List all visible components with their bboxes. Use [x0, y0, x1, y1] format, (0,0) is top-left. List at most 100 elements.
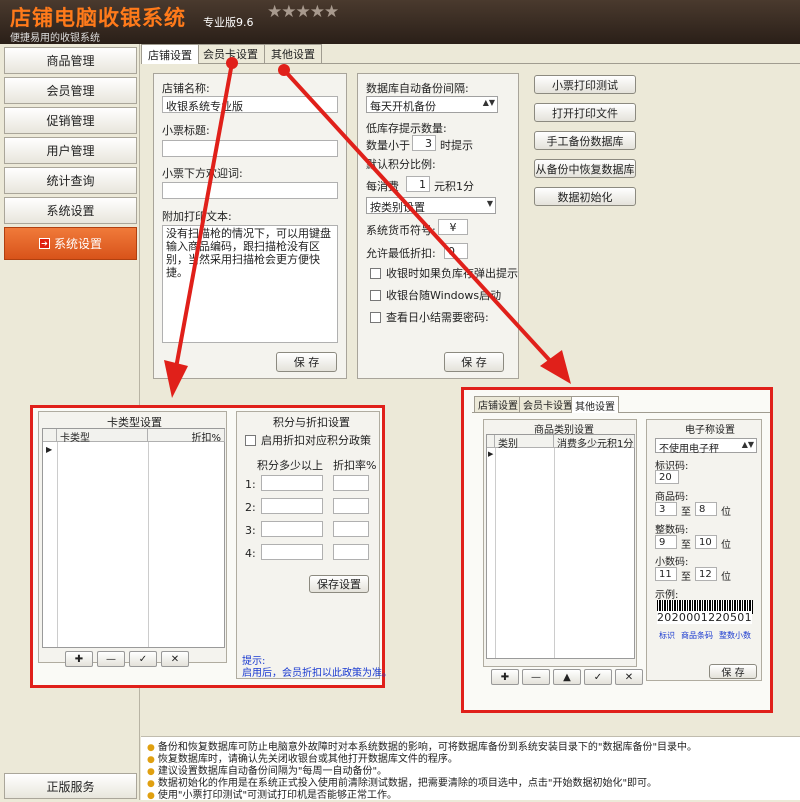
tab-other-settings[interactable]: 其他设置	[264, 44, 322, 63]
mini-tab-other[interactable]: 其他设置	[571, 396, 619, 413]
points-input-2[interactable]	[261, 498, 323, 514]
per-suffix-label: 元积1分	[434, 180, 474, 193]
open-print-file-button[interactable]: 打开打印文件	[534, 103, 636, 122]
manual-backup-button[interactable]: 手工备份数据库	[534, 131, 636, 150]
shop-save-button[interactable]: 保 存	[276, 352, 337, 372]
tip-text: 恢复数据库时，请确认先关闭收银台或其他打开数据库文件的程序。	[157, 754, 458, 765]
points-input-1[interactable]	[261, 475, 323, 491]
remove-category-button[interactable]: —	[522, 669, 550, 685]
tip-text: 数据初始化的作用是在系统正式投入使用前清除测试数据，把需要清除的项目选中，点击"…	[157, 778, 658, 789]
grid-divider	[148, 442, 149, 647]
sidebar-item-settings-active[interactable]: ➔ 系统设置	[4, 227, 137, 260]
per-spend-input[interactable]: 1	[406, 176, 430, 192]
flag-input[interactable]: 20	[655, 470, 679, 484]
startup-check[interactable]: 收银台随Windows启动	[370, 287, 501, 303]
checkbox[interactable]	[245, 434, 256, 446]
points-above-header: 积分多少以上	[257, 459, 323, 472]
legend-decimal: 小数	[735, 631, 751, 640]
currency-label: 系统货币符号:	[366, 224, 436, 237]
confirm-category-button[interactable]: ✓	[584, 669, 612, 685]
points-input-3[interactable]	[261, 521, 323, 537]
save-discount-button[interactable]: 保存设置	[309, 575, 369, 593]
confirm-card-button[interactable]: ✓	[129, 651, 157, 667]
tab-shop-settings[interactable]: 店铺设置	[141, 44, 199, 64]
qty-less-label: 数量小于	[366, 139, 410, 152]
pos-label: 位	[721, 507, 731, 518]
ticket-footer-label: 小票下方欢迎词:	[162, 167, 243, 180]
whole-from-input[interactable]: 9	[655, 535, 677, 549]
ticket-print-test-button[interactable]: 小票打印测试	[534, 75, 636, 94]
sidebar-item-users[interactable]: 用户管理	[4, 137, 137, 164]
grid-divider	[57, 442, 58, 647]
currency-input[interactable]: ¥	[438, 219, 468, 235]
row-label-2: 2:	[245, 501, 256, 514]
points-discount-title: 积分与折扣设置	[273, 416, 350, 429]
cancel-category-button[interactable]: ✕	[615, 669, 643, 685]
checkbox[interactable]	[370, 267, 381, 279]
points-input-4[interactable]	[261, 544, 323, 560]
mini-tab-divider	[472, 412, 770, 413]
category-points-select[interactable]: 按类别设置 ▼	[366, 197, 496, 214]
scale-panel: 电子称设置 不使用电子秤 ▲▼ 标识码: 20 商品码: 3 至 8 位 整数码…	[646, 419, 762, 681]
shop-name-input[interactable]: 收银系统专业版	[162, 96, 338, 113]
points-discount-panel: 积分与折扣设置 启用折扣对应积分政策 积分多少以上 折扣率% 1: 2: 3: …	[236, 411, 392, 679]
discount-input-1[interactable]	[333, 475, 369, 491]
goods-to-input[interactable]: 8	[695, 502, 717, 516]
legend-flag: 标识	[659, 631, 675, 640]
backup-interval-select[interactable]: 每天开机备份 ▲▼	[366, 96, 498, 113]
row-label-3: 3:	[245, 524, 256, 537]
enable-discount-check[interactable]: 启用折扣对应积分政策	[245, 432, 371, 448]
bulb-icon: ●	[147, 743, 155, 753]
db-save-button[interactable]: 保 存	[444, 352, 504, 372]
goods-from-input[interactable]: 3	[655, 502, 677, 516]
scale-value: 不使用电子秤	[659, 444, 719, 455]
sidebar-item-promotion[interactable]: 促销管理	[4, 107, 137, 134]
low-stock-qty-input[interactable]: 3	[412, 135, 436, 151]
mini-tab-shop[interactable]: 店铺设置	[474, 396, 522, 412]
app-version: 专业版9.6	[203, 16, 254, 29]
scale-select[interactable]: 不使用电子秤 ▲▼	[655, 438, 757, 455]
sidebar-item-genuine-service[interactable]: 正版服务	[4, 773, 137, 799]
sidebar-item-members[interactable]: 会员管理	[4, 77, 137, 104]
mini-tab-card[interactable]: 会员卡设置	[519, 396, 577, 412]
legend-whole: 整数	[719, 631, 735, 640]
card-type-grid[interactable]: 卡类型 折扣% ▶	[42, 428, 225, 648]
negative-stock-check[interactable]: 收银时如果负库存弹出提示	[370, 265, 518, 281]
move-up-category-button[interactable]: ▲	[553, 669, 581, 685]
tips-panel: ● 备份和恢复数据库可防止电脑意外故障时对本系统数据的影响，可将数据库备份到系统安…	[141, 736, 800, 801]
to-label: 至	[681, 540, 691, 551]
sidebar-item-goods[interactable]: 商品管理	[4, 47, 137, 74]
decimal-from-input[interactable]: 11	[655, 567, 677, 581]
remove-card-button[interactable]: —	[97, 651, 125, 667]
tab-member-card-settings[interactable]: 会员卡设置	[196, 44, 265, 63]
category-grid[interactable]: 类别 消费多少元积1分 ▶	[486, 434, 635, 659]
shop-settings-panel: 店铺名称: 收银系统专业版 小票标题: 小票下方欢迎词: 附加打印文本: 没有扫…	[153, 73, 347, 379]
discount-input-2[interactable]	[333, 498, 369, 514]
sidebar-item-stats[interactable]: 统计查询	[4, 167, 137, 194]
discount-input-3[interactable]	[333, 521, 369, 537]
low-stock-label: 低库存提示数量:	[366, 122, 447, 135]
scale-save-button[interactable]: 保 存	[709, 664, 757, 679]
daily-password-check[interactable]: 查看日小结需要密码:	[370, 309, 489, 325]
category-column: 类别	[495, 435, 554, 450]
decimal-to-input[interactable]: 12	[695, 567, 717, 581]
ticket-title-input[interactable]	[162, 140, 338, 157]
checkbox[interactable]	[370, 311, 381, 323]
discount-input-4[interactable]	[333, 544, 369, 560]
to-label: 至	[681, 507, 691, 518]
min-discount-input[interactable]: 0	[444, 243, 468, 259]
discount-column: 折扣%	[148, 429, 225, 444]
restore-backup-button[interactable]: 从备份中恢复数据库	[534, 159, 636, 178]
ticket-footer-input[interactable]	[162, 182, 338, 199]
checkbox[interactable]	[370, 289, 381, 301]
add-category-button[interactable]: ✚	[491, 669, 519, 685]
extra-text-area[interactable]: 没有扫描枪的情况下，可以用键盘输入商品编码，跟扫描枪没有区别，当然采用扫描枪会更…	[162, 225, 338, 343]
cancel-card-button[interactable]: ✕	[161, 651, 189, 667]
sidebar-item-settings[interactable]: 系统设置	[4, 197, 137, 224]
decimal-code-label: 小数码:	[655, 557, 689, 568]
chevron-down-icon: ▲▼	[741, 440, 754, 449]
tip-text: 备份和恢复数据库可防止电脑意外故障时对本系统数据的影响，可将数据库备份到系统安装…	[157, 742, 698, 753]
data-init-button[interactable]: 数据初始化	[534, 187, 636, 206]
add-card-button[interactable]: ✚	[65, 651, 93, 667]
whole-to-input[interactable]: 10	[695, 535, 717, 549]
